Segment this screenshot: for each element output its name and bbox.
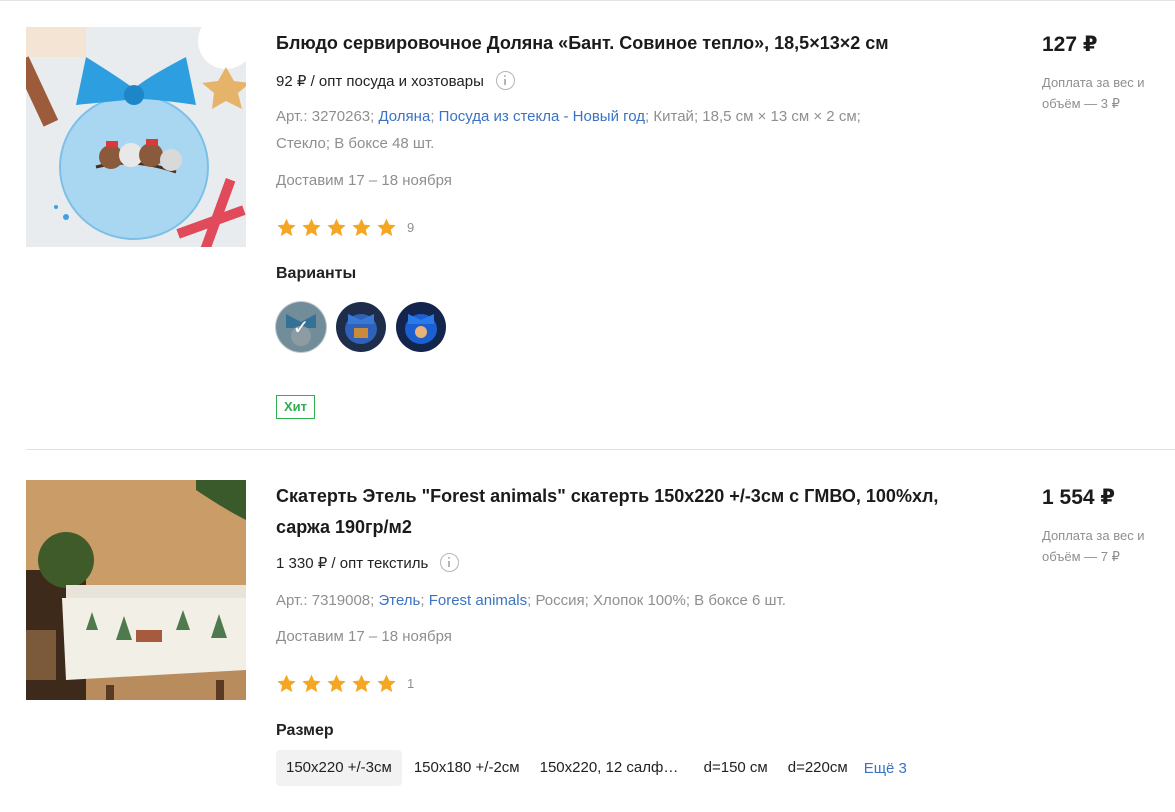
wholesale-price: 1 330 ₽ / опт текстиль [276,553,460,572]
review-count: 9 [407,220,415,235]
delivery-date: Доставим 17 – 18 ноября [276,628,452,645]
delivery-date: Доставим 17 – 18 ноября [276,172,452,189]
category-link[interactable]: Посуда из стекла - Новый год [439,108,645,125]
star-icon [302,218,321,237]
product-title[interactable]: Скатерть Этель "Forest animals" скатерть… [276,481,976,543]
variant-option-house[interactable] [336,302,386,352]
variant-selector: ✓ [276,302,446,352]
size-option[interactable]: 150х180 +/-2см [404,750,530,786]
star-icon [377,674,396,693]
review-count: 1 [407,676,415,691]
more-sizes-link[interactable]: Ещё 3 [858,760,913,777]
wholesale-price-text: 1 330 ₽ / опт текстиль [276,554,429,572]
size-option[interactable]: d=220см [778,750,858,786]
country: Россия [535,592,585,609]
info-icon[interactable] [495,71,515,90]
wholesale-price-text: 92 ₽ / опт посуда и хозтовары [276,72,484,90]
hit-badge: Хит [276,395,316,419]
star-icon [277,674,296,693]
star-icon [327,218,346,237]
product-card: Скатерть Этель "Forest animals" скатерть… [0,450,1175,812]
size-selector: 150х220 +/-3см 150х180 +/-2см 150х220, 1… [276,750,913,786]
article-number: Арт.: 3270263 [276,108,371,125]
product-image[interactable] [26,480,246,700]
brand-link[interactable]: Доляна [378,108,430,125]
surcharge-note: Доплата за вес и объём — 3 ₽ [1042,75,1145,111]
collection-link[interactable]: Forest animals [429,592,527,609]
country: Китай [653,108,694,125]
star-icon [277,218,296,237]
variant-option-tree[interactable] [396,302,446,352]
dimensions: 18,5 см × 13 см × 2 см [702,108,857,125]
info-icon[interactable] [440,553,460,572]
box-quantity: В боксе 6 шт. [694,592,786,609]
star-icon [377,218,396,237]
variants-label: Варианты [276,265,357,282]
variant-option-owls[interactable]: ✓ [276,302,326,352]
star-icon [352,674,371,693]
material: Хлопок 100% [592,592,686,609]
price: 1 554 ₽ [1042,486,1115,509]
material: Стекло [276,135,326,152]
star-icon [302,674,321,693]
star-icon [352,218,371,237]
wholesale-price: 92 ₽ / опт посуда и хозтовары [276,71,515,90]
rating[interactable]: 9 [276,217,414,238]
size-label: Размер [276,722,334,739]
size-option[interactable]: 150х220 +/-3см [276,750,402,786]
surcharge-note: Доплата за вес и объём — 7 ₽ [1042,528,1145,564]
rating[interactable]: 1 [276,673,414,694]
check-icon: ✓ [276,302,326,352]
size-option[interactable]: 150х220, 12 салфе… [530,750,694,786]
box-quantity: В боксе 48 шт. [334,135,435,152]
product-attributes: Арт.: 3270263; Доляна; Посуда из стекла … [276,108,861,152]
product-card: Блюдо сервировочное Доляна «Бант. Совино… [0,0,1175,449]
brand-link[interactable]: Этель [378,592,420,609]
price: 127 ₽ [1042,33,1098,56]
product-image[interactable] [26,27,246,247]
product-attributes: Арт.: 7319008; Этель; Forest animals; Ро… [276,592,786,609]
star-icon [327,674,346,693]
product-title[interactable]: Блюдо сервировочное Доляна «Бант. Совино… [276,28,976,59]
article-number: Арт.: 7319008 [276,592,371,609]
size-option[interactable]: d=150 см [694,750,778,786]
